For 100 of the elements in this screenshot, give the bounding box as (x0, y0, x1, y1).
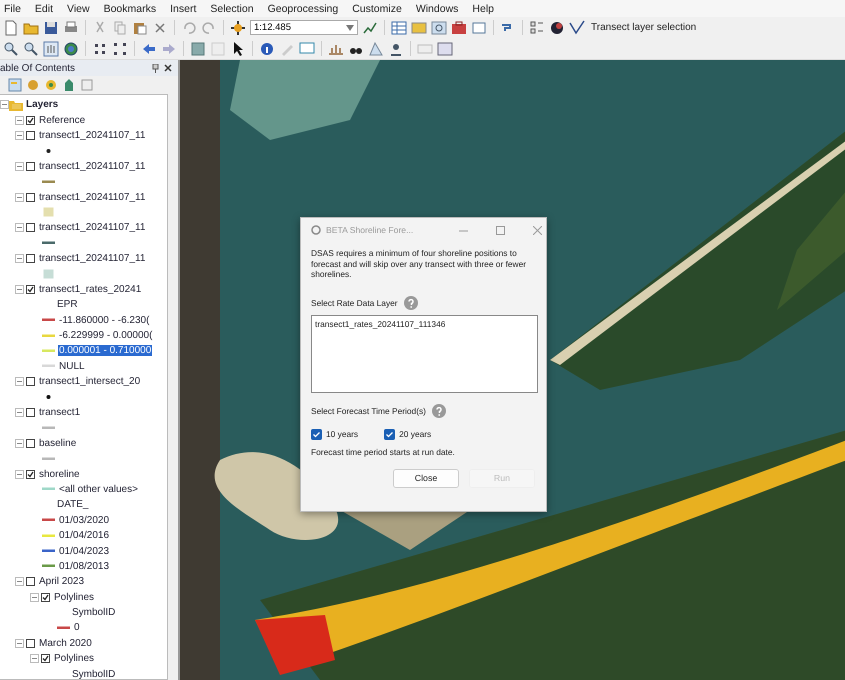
menu-item[interactable]: Customize (352, 2, 402, 14)
close-icon[interactable] (164, 64, 172, 72)
new-document-icon[interactable] (3, 20, 19, 36)
menu-item[interactable]: Windows (416, 2, 458, 14)
section-label: Select Rate Data Layer (311, 298, 398, 308)
layer-name[interactable]: March 2020 (39, 638, 92, 649)
list-item[interactable]: transect1_rates_20241107_111346 (315, 318, 534, 328)
legend-label: <all other values> (58, 484, 139, 495)
line-tool-icon[interactable] (569, 20, 585, 36)
layer-checkbox[interactable] (26, 162, 35, 171)
identify-icon[interactable] (259, 40, 275, 56)
options-icon[interactable] (80, 78, 94, 92)
layer-checkbox[interactable] (26, 638, 35, 648)
menu-item[interactable]: View (67, 2, 90, 14)
help-icon[interactable] (432, 404, 446, 418)
layer-name[interactable]: transect1_20241107_11 (39, 222, 146, 234)
field-name: SymbolID (72, 607, 116, 618)
dialog-title: BETA Shoreline Fore... (326, 225, 414, 235)
layer-checkbox[interactable] (26, 254, 35, 264)
layers-folder-icon (9, 98, 23, 111)
layer-group-label[interactable]: Layers (26, 99, 58, 110)
list-by-drawing-order-icon[interactable] (8, 78, 22, 92)
html-popup-icon[interactable] (299, 40, 315, 56)
dropdown-caret-icon[interactable] (346, 24, 354, 30)
field-name: DATE_ (57, 499, 88, 510)
layer-name[interactable]: transect1_rates_20241 (39, 284, 142, 295)
layer-name[interactable]: April 2023 (39, 576, 84, 588)
help-icon[interactable] (404, 296, 418, 310)
catalog-icon[interactable] (411, 20, 427, 36)
layer-name[interactable]: Polylines (54, 592, 94, 603)
panel-title: able Of Contents (0, 62, 76, 74)
legend-label: NULL (58, 360, 86, 372)
checkbox[interactable] (384, 428, 396, 440)
checkbox[interactable] (311, 428, 322, 440)
layer-checkbox[interactable] (26, 116, 35, 125)
layer-name[interactable]: baseline (39, 438, 76, 449)
add-data-icon[interactable] (230, 20, 246, 36)
map-scale-field[interactable]: 1:12.485 (250, 20, 358, 35)
close-button[interactable]: Close (393, 468, 459, 488)
section-label: Select Forecast Time Period(s) (311, 406, 426, 416)
legend-label: -6.229999 - 0.00000( (58, 330, 154, 342)
expander-icon[interactable] (0, 100, 9, 110)
layer-name[interactable]: transect1_20241107_11 (39, 130, 146, 141)
checkbox-label[interactable]: 20 years (399, 429, 432, 439)
tool-label: Transect layer selection (591, 22, 696, 33)
layer-checkbox[interactable] (26, 192, 35, 202)
layer-name[interactable]: Polylines (54, 653, 94, 664)
layer-name[interactable]: Reference (39, 114, 86, 126)
layer-name[interactable]: transect1_20241107_11 (39, 192, 146, 203)
zoom-out-icon[interactable] (23, 40, 39, 56)
app-icon (311, 225, 321, 235)
layer-checkbox[interactable] (26, 577, 35, 586)
viewer-window-icon[interactable] (437, 40, 453, 56)
layer-checkbox[interactable] (26, 377, 35, 386)
legend-label: 01/03/2020 (58, 514, 110, 526)
list-by-selection-icon[interactable] (62, 78, 76, 92)
legend-label: 0 (73, 622, 81, 634)
table-icon[interactable] (391, 20, 407, 36)
legend-label: 01/08/2013 (58, 560, 110, 572)
description-text: DSAS requires a minimum of four shoreline positions to forecast and will skip over any transect with three or fewer shorelines. (311, 248, 528, 280)
toolbox-icon[interactable] (451, 20, 467, 36)
layer-checkbox[interactable] (26, 284, 35, 294)
layer-name[interactable]: transect1_20241107_11 (39, 253, 146, 264)
field-name: EPR (57, 299, 78, 310)
layer-checkbox[interactable] (41, 654, 50, 664)
layer-checkbox[interactable] (26, 223, 35, 232)
window-icon[interactable] (471, 20, 487, 36)
layer-name[interactable]: shoreline (39, 468, 80, 480)
search-window-icon[interactable] (431, 20, 447, 36)
checkbox-label[interactable]: 10 years (326, 429, 358, 439)
zoom-in-icon[interactable] (3, 40, 19, 56)
layer-name[interactable]: transect1_intersect_20 (39, 376, 140, 388)
menu-item[interactable]: Bookmarks (104, 2, 156, 14)
list-by-visibility-icon[interactable] (44, 78, 58, 92)
menu-item[interactable]: Geoprocessing (268, 2, 338, 14)
layer-name[interactable]: transect1_20241107_11 (39, 160, 146, 172)
menu-item[interactable]: Insert (170, 2, 196, 14)
legend-label: 01/04/2016 (58, 530, 110, 542)
save-icon[interactable] (43, 20, 59, 36)
menu-item[interactable]: File (4, 2, 21, 14)
globe-icon[interactable] (549, 20, 565, 36)
select-features-icon[interactable] (190, 40, 206, 56)
maximize-icon[interactable] (496, 226, 505, 234)
layer-name[interactable]: transect1 (39, 407, 80, 418)
layer-checkbox[interactable] (26, 438, 35, 448)
pin-icon[interactable] (152, 64, 159, 72)
layer-checkbox[interactable] (26, 408, 35, 417)
legend-label: 0.000001 - 0.710000 (58, 345, 152, 356)
full-extent-globe-icon[interactable] (63, 40, 79, 56)
layer-checkbox[interactable] (26, 470, 35, 479)
menu-item[interactable]: Help (472, 2, 494, 14)
menu-item[interactable]: Edit (34, 2, 54, 14)
menu-item[interactable]: Selection (210, 2, 254, 14)
layer-checkbox[interactable] (26, 130, 35, 140)
legend-label: 01/04/2023 (58, 546, 110, 557)
legend-label: -11.860000 - -6.230( (58, 314, 150, 326)
layer-checkbox[interactable] (41, 592, 50, 602)
rate-layer-list[interactable]: transect1_rates_20241107_111346 (311, 314, 538, 392)
note-text: Forecast time period starts at run date. (311, 446, 456, 456)
field-name: SymbolID (72, 668, 116, 679)
